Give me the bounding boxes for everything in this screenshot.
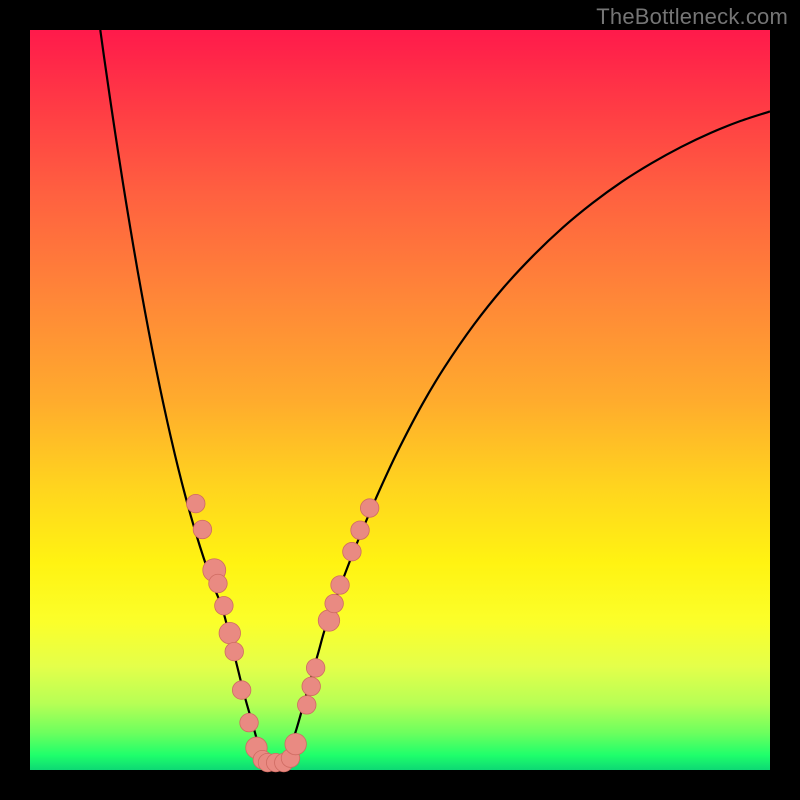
watermark-label: TheBottleneck.com [596,4,788,30]
data-marker [187,494,206,512]
data-marker [240,713,258,732]
data-marker [219,622,240,643]
data-marker [285,733,306,754]
chart-frame: TheBottleneck.com [0,0,800,800]
data-marker [302,677,321,696]
data-marker [193,520,212,539]
curve-svg [30,30,770,770]
plot-area [30,30,770,770]
data-marker [298,696,317,715]
data-marker [360,499,379,518]
data-marker [331,576,350,595]
data-marker [318,610,339,631]
data-marker [351,521,370,540]
data-marker [306,659,325,678]
data-marker [215,596,234,615]
data-marker [225,642,244,661]
data-marker [343,542,362,561]
curve-right-branch [282,111,770,766]
marker-group [187,494,379,771]
data-marker [209,574,228,593]
data-marker [325,594,344,613]
data-marker [232,681,251,700]
